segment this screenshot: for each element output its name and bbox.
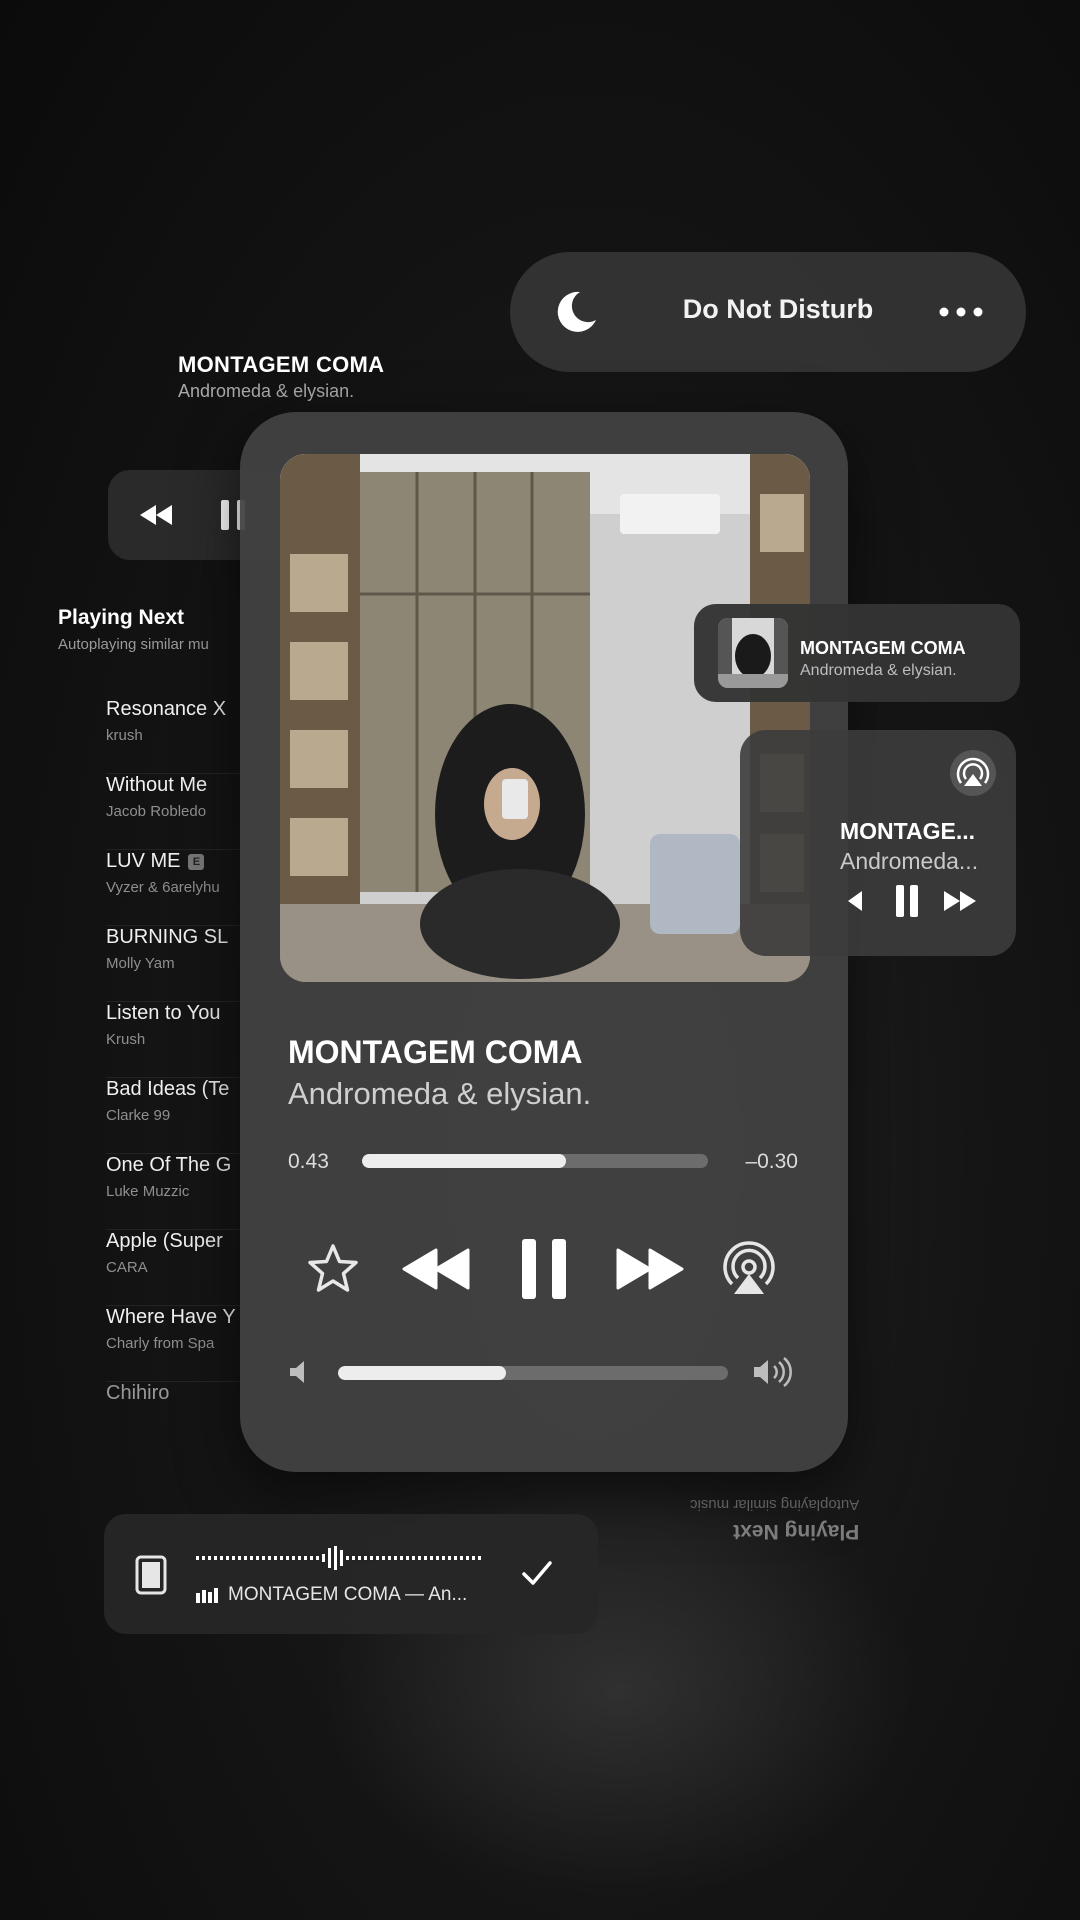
ipad-icon bbox=[135, 1555, 167, 1595]
song-title: MONTAGEM COMA bbox=[288, 1034, 583, 1070]
queue-item-artist: CARA bbox=[106, 1259, 148, 1276]
do-not-disturb-pill[interactable]: Do Not Disturb bbox=[510, 252, 1026, 372]
audio-waveform bbox=[196, 1546, 481, 1570]
thumbnail-artwork bbox=[718, 618, 788, 688]
queue-item[interactable]: One Of The G Luke Muzzic bbox=[106, 1154, 246, 1230]
queue-item-title: Resonance X bbox=[106, 698, 227, 720]
widget-artist: Andromeda... bbox=[840, 848, 979, 874]
queue-item-artist: krush bbox=[106, 727, 143, 744]
queue-item-title: Without Me bbox=[106, 774, 208, 796]
music-widget[interactable]: MONTAGE... Andromeda... bbox=[740, 730, 1016, 956]
queue-item-artist: Charly from Spa bbox=[106, 1335, 215, 1352]
album-artwork bbox=[280, 454, 810, 982]
queue-item-title: Where Have Y bbox=[106, 1306, 236, 1328]
now-playing-bars-icon bbox=[196, 1588, 218, 1603]
playing-next-title: Playing Next bbox=[58, 606, 185, 629]
queue-item-artist: Vyzer & 6arelyhu bbox=[106, 879, 220, 896]
header-song-artist: Andromeda & elysian. bbox=[178, 381, 355, 401]
header-song-title: MONTAGEM COMA bbox=[178, 352, 385, 377]
queue-item-artist: Molly Yam bbox=[106, 955, 175, 972]
queue-item-title: LUV ME E bbox=[106, 850, 246, 873]
volume-low-icon bbox=[290, 1361, 304, 1383]
now-playing-notification[interactable]: MONTAGEM COMA Andromeda & elysian. bbox=[694, 604, 1020, 702]
queue-item-title: Chihiro bbox=[106, 1382, 170, 1404]
fast-forward-icon[interactable] bbox=[614, 1246, 686, 1292]
queue-item[interactable]: Without Me Jacob Robledo bbox=[106, 774, 246, 850]
queue-list: Resonance X krush Without Me Jacob Roble… bbox=[106, 698, 246, 1457]
notification-title: MONTAGEM COMA bbox=[800, 638, 966, 658]
rewind-icon[interactable] bbox=[844, 886, 874, 916]
progress-fill bbox=[362, 1154, 567, 1168]
airplay-icon bbox=[956, 757, 990, 786]
volume-slider[interactable] bbox=[338, 1366, 728, 1380]
queue-item[interactable]: LUV ME E Vyzer & 6arelyhu bbox=[106, 850, 246, 926]
rewind-icon[interactable] bbox=[136, 497, 176, 533]
queue-item-title: Bad Ideas (Te bbox=[106, 1078, 230, 1100]
playing-next-subtitle: Autoplaying similar mu bbox=[58, 636, 209, 653]
queue-item-artist: Clarke 99 bbox=[106, 1107, 171, 1124]
queue-item[interactable]: Where Have Y Charly from Spa bbox=[106, 1306, 246, 1382]
output-device-row[interactable]: MONTAGEM COMA — An... bbox=[104, 1514, 598, 1634]
queue-item[interactable]: Apple (Super CARA bbox=[106, 1230, 246, 1306]
song-artist[interactable]: Andromeda & elysian. bbox=[288, 1076, 591, 1112]
volume-high-icon bbox=[754, 1357, 792, 1387]
playing-next-header: Playing Next Autoplaying similar mu bbox=[58, 606, 258, 653]
queue-item-title: Apple (Super bbox=[106, 1230, 223, 1252]
queue-item[interactable]: Chihiro bbox=[106, 1382, 246, 1457]
reflection-subtitle: Autoplaying similar music bbox=[690, 1496, 860, 1513]
reflection-title: Playing Next bbox=[733, 1520, 860, 1543]
rewind-icon[interactable] bbox=[400, 1246, 472, 1292]
pause-icon[interactable] bbox=[516, 1236, 572, 1302]
volume-fill bbox=[338, 1366, 506, 1380]
queue-item-artist: Jacob Robledo bbox=[106, 803, 207, 820]
fast-forward-icon[interactable] bbox=[940, 886, 984, 916]
queue-item-title-text: LUV ME bbox=[106, 850, 181, 872]
queue-item[interactable]: Resonance X krush bbox=[106, 698, 246, 774]
notification-artist: Andromeda & elysian. bbox=[800, 662, 957, 679]
queue-item-title: Listen to You bbox=[106, 1002, 221, 1024]
checkmark-icon bbox=[522, 1561, 552, 1585]
elapsed-time: 0.43 bbox=[288, 1150, 329, 1173]
queue-item[interactable]: Listen to You Krush bbox=[106, 1002, 246, 1078]
queue-item-artist: Luke Muzzic bbox=[106, 1183, 190, 1200]
widget-airplay-button[interactable] bbox=[950, 750, 996, 796]
ellipsis-icon[interactable] bbox=[936, 302, 986, 322]
queue-item[interactable]: Bad Ideas (Te Clarke 99 bbox=[106, 1078, 246, 1154]
airplay-icon[interactable] bbox=[720, 1240, 778, 1298]
explicit-badge: E bbox=[188, 854, 205, 870]
reflection-text: Playing Next Autoplaying similar music bbox=[690, 1496, 859, 1543]
remaining-time: –0.30 bbox=[745, 1150, 798, 1173]
pause-icon[interactable] bbox=[890, 882, 924, 920]
output-device-label: MONTAGEM COMA — An... bbox=[228, 1584, 468, 1605]
queue-item[interactable]: BURNING SL Molly Yam bbox=[106, 926, 246, 1002]
queue-item-artist: Krush bbox=[106, 1031, 146, 1048]
queue-item-title: BURNING SL bbox=[106, 926, 229, 948]
star-icon[interactable] bbox=[306, 1242, 360, 1296]
widget-title: MONTAGE... bbox=[840, 818, 976, 844]
progress-slider[interactable] bbox=[362, 1154, 708, 1168]
queue-item-title: One Of The G bbox=[106, 1154, 232, 1176]
